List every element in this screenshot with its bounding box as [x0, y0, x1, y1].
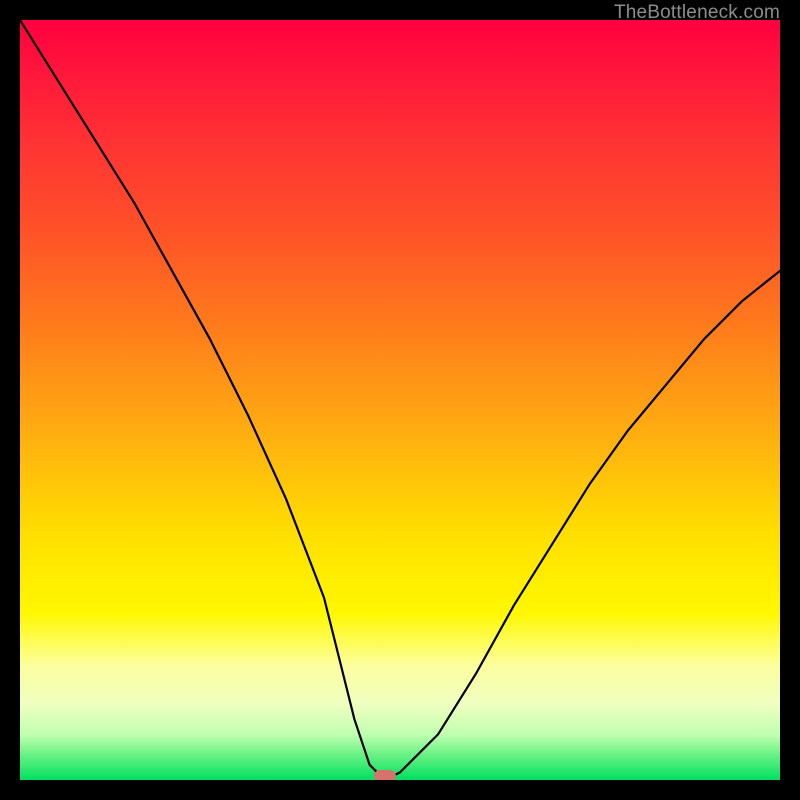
bottleneck-curve-path — [20, 20, 780, 780]
chart-plot-area — [20, 20, 780, 780]
optimum-marker — [374, 770, 396, 780]
bottleneck-curve — [20, 20, 780, 780]
